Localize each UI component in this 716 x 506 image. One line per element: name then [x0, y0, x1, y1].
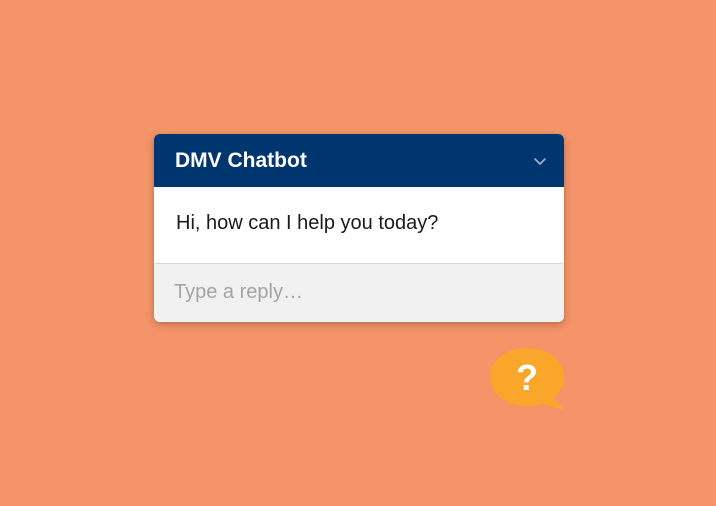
question-mark-glyph: ? [516, 357, 538, 398]
chat-title: DMV Chatbot [175, 149, 307, 172]
bot-message: Hi, how can I help you today? [176, 212, 439, 234]
reply-area [154, 264, 564, 322]
question-mark-icon: ? [490, 348, 565, 410]
help-button[interactable]: ? [487, 346, 567, 414]
collapse-button[interactable] [530, 151, 550, 171]
reply-input[interactable] [174, 278, 544, 306]
chat-window: DMV Chatbot Hi, how can I help you today… [154, 134, 564, 322]
chat-header: DMV Chatbot [154, 134, 564, 187]
chevron-down-icon [534, 158, 546, 165]
message-list: Hi, how can I help you today? [155, 187, 563, 264]
